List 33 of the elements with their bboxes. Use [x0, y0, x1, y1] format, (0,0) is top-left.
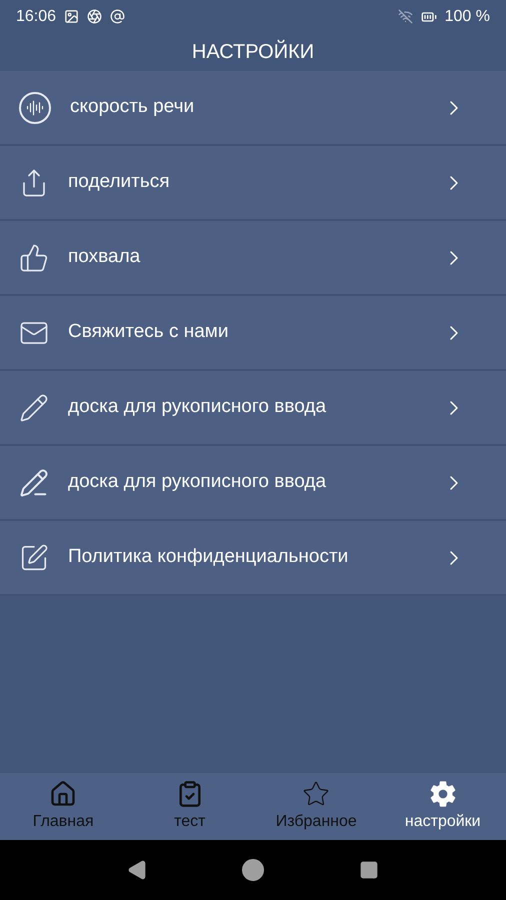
- settings-item[interactable]: Свяжитесь с нами: [0, 296, 506, 371]
- settings-label: похвала: [68, 245, 142, 270]
- edit-icon: [19, 542, 49, 572]
- settings-label: поделиться: [68, 170, 171, 194]
- aperture-icon: [87, 9, 102, 24]
- home-icon: [49, 780, 78, 808]
- settings-item[interactable]: Политика конфиденциальности: [0, 521, 506, 596]
- settings-item[interactable]: доска для рукописного ввода: [0, 371, 506, 446]
- image-icon: [64, 9, 80, 24]
- thumbs-up-icon: [19, 242, 49, 272]
- voice-wave-icon: [19, 92, 51, 124]
- settings-label: Политика конфиденциальности: [68, 545, 350, 570]
- star-icon: [302, 780, 330, 808]
- settings-label: доска для рукописного ввода: [68, 470, 328, 494]
- settings-icon: [428, 780, 457, 808]
- settings-label: доска для рукописного ввода: [68, 395, 328, 420]
- page-title: НАСТРОЙКИ: [192, 38, 314, 65]
- settings-item[interactable]: похвала: [0, 221, 506, 296]
- battery-level: 100 %: [444, 6, 490, 26]
- settings-item[interactable]: доска для рукописного ввода: [0, 446, 506, 521]
- pencil-icon: [19, 392, 49, 422]
- wifi-off-icon: [398, 9, 413, 24]
- at-sign-icon: [110, 9, 126, 24]
- settings-item[interactable]: поделиться: [0, 146, 506, 221]
- recents-icon[interactable]: [359, 860, 379, 880]
- status-time: 16:06: [16, 6, 56, 26]
- settings-label: скорость речи: [70, 95, 196, 120]
- pencil-icon: [19, 468, 49, 498]
- home-button-icon[interactable]: [241, 858, 265, 882]
- settings-label: Свяжитесь с нами: [68, 320, 230, 344]
- nav-tab[interactable]: настройки: [380, 773, 506, 840]
- settings-item[interactable]: скорость речи: [0, 71, 506, 146]
- back-icon[interactable]: [127, 860, 147, 880]
